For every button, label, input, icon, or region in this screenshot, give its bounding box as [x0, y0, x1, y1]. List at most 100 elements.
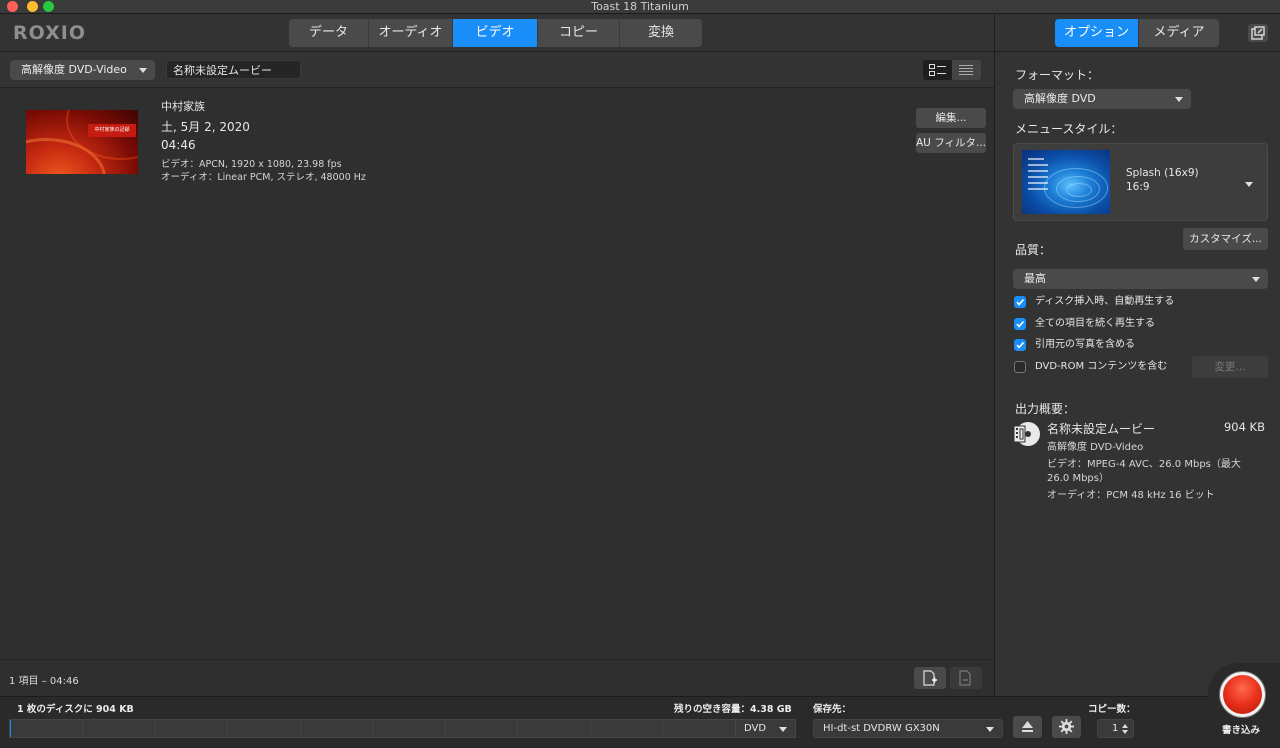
chevron-down-icon	[779, 727, 787, 732]
eject-button[interactable]	[1013, 716, 1042, 738]
thumbnail-caption: 中村家族の記録	[88, 124, 136, 137]
disc-title-input[interactable]	[166, 60, 301, 79]
disc-format-dropdown[interactable]: 高解像度 DVD	[1013, 89, 1191, 109]
output-video-info: ビデオ：MPEG-4 AVC、26.0 Mbps（最大 26.0 Mbps）	[1047, 459, 1241, 484]
output-format-value: 高解像度 DVD-Video	[21, 63, 127, 76]
menu-style-ratio: 16:9	[1126, 181, 1150, 193]
video-list: 中村家族の記録 中村家族 土, 5月 2, 2020 04:46 ビデオ：APC…	[0, 89, 994, 659]
remove-item-button[interactable]	[950, 667, 982, 689]
quality-dropdown[interactable]: 最高	[1013, 269, 1268, 289]
title-bar: Toast 18 Titanium	[0, 0, 1280, 14]
gear-icon	[1059, 719, 1074, 734]
popout-icon	[1251, 26, 1265, 40]
disc-format-value: 高解像度 DVD	[1024, 92, 1096, 105]
main-toolbar: ROXIO データ オーディオ ビデオ コピー 変換 オプション メディア	[0, 14, 1280, 52]
content-pane: 高解像度 DVD-Video 名称未設定ムービー 中村家族の記録 中村家族 土,…	[0, 52, 994, 696]
output-name: 名称未設定ムービー	[1047, 422, 1156, 436]
video-list-item[interactable]: 中村家族の記録 中村家族 土, 5月 2, 2020 04:46 ビデオ：APC…	[0, 89, 994, 189]
continuous-play-label: 全ての項目を続く再生する	[1035, 318, 1155, 329]
drive-settings-button[interactable]	[1052, 716, 1081, 738]
dvd-rom-content-checkbox[interactable]	[1014, 360, 1026, 373]
tab-video[interactable]: ビデオ	[453, 19, 538, 47]
destination-drive-value: HI-dt-st DVDRW GX30N	[823, 723, 940, 734]
burn-label: 書き込み	[1221, 725, 1260, 736]
chevron-down-icon	[1175, 97, 1183, 102]
roxio-logo: ROXIO	[13, 22, 86, 44]
checkmark-icon	[1016, 298, 1025, 306]
disc-usage-text: 1 枚のディスクに 904 KB	[17, 704, 134, 715]
burn-button[interactable]	[1220, 672, 1265, 717]
video-title: 中村家族	[161, 100, 205, 113]
quality-value: 最高	[1024, 272, 1046, 285]
detail-view-button[interactable]	[923, 60, 952, 80]
chevron-down-icon	[139, 68, 147, 73]
output-type: 高解像度 DVD-Video	[1047, 442, 1144, 453]
list-view-button[interactable]	[952, 60, 981, 80]
list-footer: 1 項目 – 04:46	[0, 659, 994, 696]
destination-drive-dropdown[interactable]: HI-dt-st DVDRW GX30N	[813, 719, 1003, 738]
eject-icon	[1022, 721, 1033, 732]
edit-button[interactable]: 編集...	[916, 108, 986, 128]
chevron-down-icon	[1252, 277, 1260, 282]
autoplay-option[interactable]: ディスク挿入時、自動再生する	[1014, 295, 1174, 309]
output-size: 904 KB	[1223, 420, 1265, 434]
tab-audio[interactable]: オーディオ	[369, 19, 453, 47]
include-source-photos-label: 引用元の写真を含める	[1035, 339, 1135, 350]
menu-style-label: メニュースタイル：	[1015, 122, 1123, 136]
popout-button[interactable]	[1248, 24, 1268, 42]
include-source-photos-option[interactable]: 引用元の写真を含める	[1014, 338, 1135, 352]
disc-type-value: DVD	[744, 723, 767, 734]
menu-style-preview	[1022, 150, 1110, 214]
copies-label: コピー数：	[1088, 704, 1136, 715]
item-count: 1 項目 – 04:46	[9, 676, 79, 687]
video-date: 土, 5月 2, 2020	[161, 120, 250, 134]
tab-options[interactable]: オプション	[1055, 19, 1139, 47]
tab-data[interactable]: データ	[289, 19, 369, 47]
autoplay-label: ディスク挿入時、自動再生する	[1035, 296, 1175, 307]
quality-label: 品質：	[1015, 243, 1052, 257]
project-type-tabs: データ オーディオ ビデオ コピー 変換	[289, 19, 702, 47]
video-thumbnail: 中村家族の記録	[26, 110, 138, 174]
menu-style-name: Splash (16x9)	[1126, 167, 1199, 179]
disc-type-dropdown[interactable]: DVD	[735, 719, 796, 738]
add-item-button[interactable]	[914, 667, 946, 689]
list-icon	[959, 65, 973, 75]
add-file-icon	[923, 670, 937, 686]
output-summary-label: 出力概要：	[1015, 402, 1076, 416]
project-toolbar: 高解像度 DVD-Video	[0, 52, 994, 88]
change-button[interactable]: 変更...	[1192, 356, 1268, 378]
disc-capacity-bar	[9, 719, 735, 738]
continuous-play-option[interactable]: 全ての項目を続く再生する	[1014, 317, 1155, 331]
checkmark-icon	[1016, 320, 1025, 328]
stepper-arrows-icon[interactable]	[1121, 723, 1129, 735]
au-filter-button[interactable]: AU フィルタ...	[916, 133, 986, 153]
destination-label: 保存先：	[813, 704, 852, 715]
output-format-dropdown[interactable]: 高解像度 DVD-Video	[10, 60, 155, 80]
remove-file-icon	[959, 670, 971, 686]
burn-area: 書き込み	[1208, 663, 1280, 748]
video-info: ビデオ：APCN, 1920 x 1080, 23.98 fps	[161, 159, 342, 170]
options-panel: フォーマット： 高解像度 DVD メニュースタイル： Splash (16x9)…	[995, 52, 1280, 696]
view-mode-toggle	[923, 60, 981, 80]
customize-button[interactable]: カスタマイズ...	[1183, 228, 1268, 250]
output-audio-info: オーディオ：PCM 48 kHz 16 ビット	[1047, 490, 1215, 501]
include-source-photos-checkbox[interactable]	[1014, 338, 1026, 351]
video-duration: 04:46	[161, 138, 196, 152]
tab-media[interactable]: メディア	[1139, 19, 1219, 47]
copies-stepper[interactable]: 1	[1097, 719, 1134, 738]
inspector-tabs: オプション メディア	[1055, 19, 1219, 47]
burn-bar: 1 枚のディスクに 904 KB 残りの空き容量：4.38 GB DVD 保存先…	[0, 696, 1280, 748]
tab-convert[interactable]: 変換	[620, 19, 702, 47]
menu-style-picker[interactable]: Splash (16x9) 16:9	[1013, 143, 1268, 221]
chevron-down-icon	[986, 727, 994, 732]
checkmark-icon	[1016, 341, 1025, 349]
format-label: フォーマット：	[1015, 68, 1100, 82]
tab-copy[interactable]: コピー	[538, 19, 620, 47]
dvd-rom-content-label: DVD-ROM コンテンツを含む	[1035, 361, 1168, 372]
continuous-play-checkbox[interactable]	[1014, 317, 1026, 330]
dvd-rom-content-option[interactable]: DVD-ROM コンテンツを含む	[1014, 360, 1167, 374]
detail-list-icon	[929, 64, 946, 76]
copies-value: 1	[1112, 723, 1119, 734]
autoplay-checkbox[interactable]	[1014, 295, 1026, 308]
free-space-text: 残りの空き容量：4.38 GB	[674, 704, 792, 715]
